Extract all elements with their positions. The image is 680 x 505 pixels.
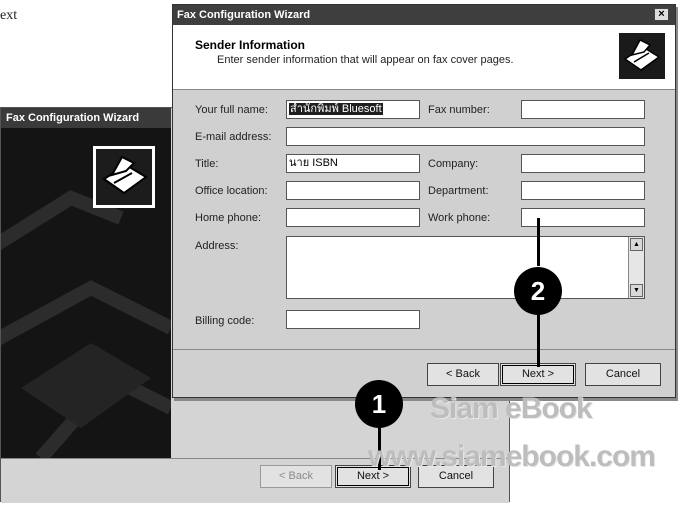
fax-machine-icon [619,33,665,79]
scroll-down-icon[interactable]: ▼ [630,284,643,297]
email-label: E-mail address: [195,131,272,143]
close-button[interactable]: × [654,8,669,21]
address-label: Address: [195,240,239,252]
watermark-url: www.siamebook.com [368,440,656,473]
title-label: Title: [195,158,219,170]
footer-divider [173,349,675,350]
company-label: Company: [428,158,479,170]
office-location-field[interactable] [286,181,420,200]
fax-number-label: Fax number: [428,104,490,116]
callout-2-pointer-lower [537,312,540,367]
full-name-value: สำนักพิมพ์ Bluesoft [289,103,383,115]
back-window-title: Fax Configuration Wizard [1,108,171,128]
fax-number-field[interactable] [521,100,645,119]
front-window-title: Fax Configuration Wizard [173,5,675,25]
full-name-label: Your full name: [195,104,268,116]
office-location-label: Office location: [195,185,268,197]
page-title: Sender Information [195,38,306,52]
home-phone-field[interactable] [286,208,420,227]
title-field[interactable]: นาย ISBN [286,154,420,173]
callout-2: 2 [514,267,562,315]
background-text: ext [0,8,18,23]
callout-2-pointer [537,218,540,266]
back-button[interactable]: < Back [427,363,499,386]
billing-code-label: Billing code: [195,315,255,327]
email-field[interactable] [286,127,645,146]
watermark-title: Siam eBook [430,392,593,425]
wizard-header: Sender Information Enter sender informat… [173,25,675,90]
company-field[interactable] [521,154,645,173]
callout-1: 1 [355,380,403,428]
cancel-button[interactable]: Cancel [585,363,661,386]
billing-code-field[interactable] [286,310,420,329]
address-scrollbar[interactable]: ▲ ▼ [628,237,644,298]
address-field[interactable]: ▲ ▼ [286,236,645,299]
front-wizard-window: Fax Configuration Wizard × Sender Inform… [172,4,676,398]
wizard-side-banner [1,128,171,458]
fax-machine-icon [93,146,155,208]
home-phone-label: Home phone: [195,212,262,224]
department-label: Department: [428,185,489,197]
full-name-field[interactable]: สำนักพิมพ์ Bluesoft [286,100,420,119]
back-window-back-button[interactable]: < Back [260,465,332,488]
department-field[interactable] [521,181,645,200]
page-subtitle: Enter sender information that will appea… [217,54,514,66]
work-phone-label: Work phone: [428,212,491,224]
scroll-up-icon[interactable]: ▲ [630,238,643,251]
